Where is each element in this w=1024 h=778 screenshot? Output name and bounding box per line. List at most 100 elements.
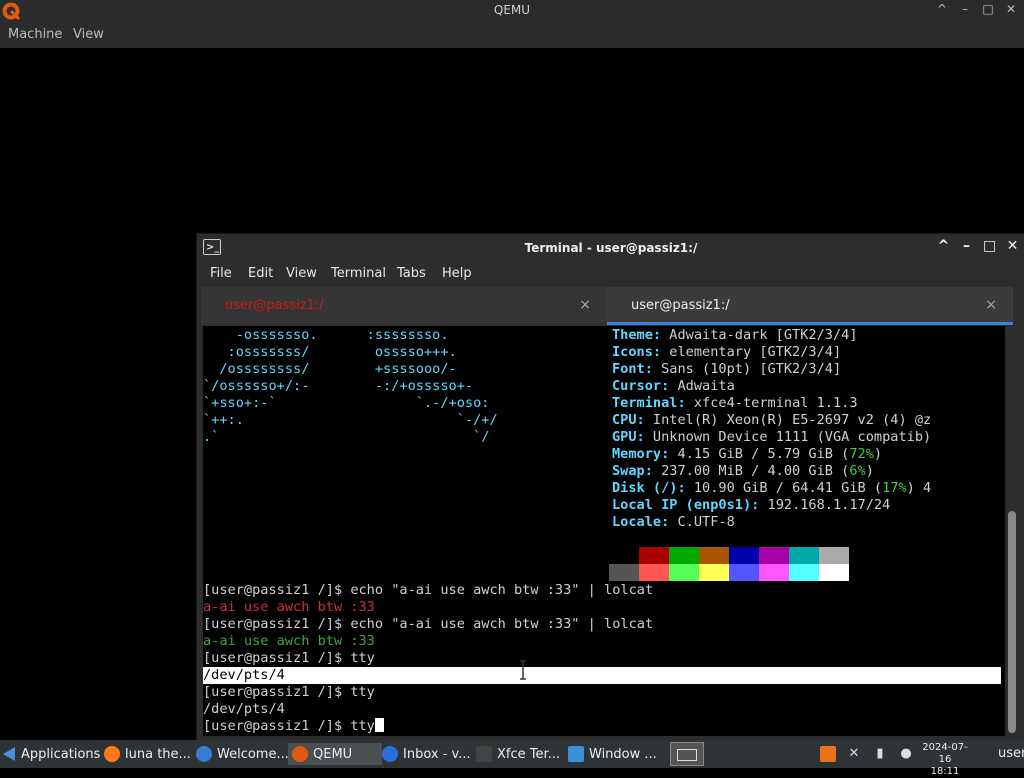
command-line: [user@passiz1 /]$ tty [203,650,375,666]
scrollbar[interactable] [1005,326,1019,736]
taskbar-item-welcome[interactable]: Welcome... [196,743,289,765]
palette-swatch [789,547,819,564]
neofetch-row: Local IP (enp0s1): 192.168.1.17/24 [612,497,891,513]
update-notifier-icon[interactable] [820,746,836,762]
qemu-icon [292,746,308,762]
neofetch-row: Icons: elementary [GTK2/3/4] [612,344,842,360]
palette-swatch [819,564,849,581]
minimize-icon[interactable]: – [960,238,973,254]
palette-swatch [609,547,639,564]
ibeam-cursor-icon [520,660,526,680]
maximize-icon[interactable]: □ [981,2,995,16]
tab-label: user@passiz1:/ [225,298,324,313]
ascii-art-line: `++:. `-/+/ [203,412,498,428]
tab-1[interactable]: user@passiz1:/ × [201,287,607,325]
qemu-menubar: Machine View [0,22,1024,48]
neofetch-row: Terminal: xfce4-terminal 1.1.3 [612,395,858,411]
clock-date: 2024-07-16 [922,742,968,765]
ascii-art-line: `/ossssso+/:- -:/+osssso+- [203,378,474,394]
command-line: [user@passiz1 /]$ echo "a-ai use awch bt… [203,582,654,598]
palette-swatch [789,564,819,581]
close-icon[interactable]: ✕ [1006,238,1019,254]
ascii-art-line: -osssssso. :ssssssso. [203,327,449,343]
taskbar-item-qemu[interactable]: QEMU [288,743,382,765]
ascii-art-line: /ossssssss/ +ssssooo/- [203,361,457,377]
terminal-window: >_ Terminal - user@passiz1:/ ^ – □ ✕ Fil… [196,233,1024,742]
window-icon [568,746,584,762]
tab-2[interactable]: user@passiz1:/ × [607,287,1013,325]
notification-bell-icon[interactable]: ● [898,746,914,762]
menu-edit[interactable]: Edit [248,266,273,281]
show-desktop-button[interactable] [670,742,704,766]
tab-label: user@passiz1:/ [631,298,730,313]
minimize-icon[interactable]: – [958,2,972,16]
selected-output-line: /dev/pts/4 [203,667,1001,684]
neofetch-row: Cursor: Adwaita [612,378,735,394]
lolcat-output: a-ai use awch btw :33 [203,633,375,649]
neofetch-row: Swap: 237.00 MiB / 4.00 GiB (6%) [612,463,874,479]
globe-icon [196,746,212,762]
maximize-icon[interactable]: □ [983,238,996,254]
menu-view[interactable]: View [286,266,317,281]
menu-machine[interactable]: Machine [8,27,62,42]
thunderbird-icon [382,746,398,762]
qemu-window-title: QEMU [493,3,531,17]
neofetch-row: Locale: C.UTF-8 [612,514,735,530]
close-tab-icon[interactable]: × [579,297,591,313]
output-line: /dev/pts/4 [203,701,285,717]
clock[interactable]: 2024-07-16 18:11 [918,742,972,778]
menu-view[interactable]: View [73,27,104,42]
terminal-title: Terminal - user@passiz1:/ [524,241,698,255]
palette-swatch [639,564,669,581]
close-tab-icon[interactable]: × [985,297,997,313]
collapse-icon[interactable]: ^ [935,2,949,16]
palette-swatch [819,547,849,564]
text-cursor [374,718,384,732]
menu-help[interactable]: Help [442,266,472,281]
battery-icon[interactable]: ▮ [872,746,888,762]
command-line: [user@passiz1 /]$ tty [203,684,375,700]
palette-swatch [669,564,699,581]
terminal-titlebar: >_ Terminal - user@passiz1:/ ^ – □ ✕ [197,234,1024,262]
collapse-icon[interactable]: ^ [937,238,950,254]
taskbar: Applications⋮ luna the... Welcome... QEM… [0,740,1024,777]
xfce-logo-icon [3,747,15,761]
network-disconnected-icon[interactable]: ✕ [846,746,862,762]
taskbar-item-inbox[interactable]: Inbox - v... [382,743,472,765]
palette-swatch [609,564,639,581]
neofetch-row: Font: Sans (10pt) [GTK2/3/4] [612,361,842,377]
palette-swatch [759,564,789,581]
applications-menu[interactable]: Applications⋮ [2,743,118,765]
lolcat-output: a-ai use awch btw :33 [203,599,375,615]
ascii-art-line: :osssssss/ osssso+++. [203,344,457,360]
qemu-titlebar: QEMU ^ – □ ✕ [0,0,1024,22]
menu-terminal[interactable]: Terminal [331,266,386,281]
ascii-art-line: .` `/ [203,429,490,445]
firefox-icon [104,746,120,762]
prompt-line[interactable]: [user@passiz1 /]$ tty [203,718,384,735]
color-palette [609,547,851,583]
close-icon[interactable]: ✕ [1004,2,1018,16]
palette-swatch [699,564,729,581]
taskbar-item-terminal[interactable]: Xfce Ter... [476,743,566,765]
ascii-art-line: `+sso+:-` `.-/+oso: [203,395,490,411]
terminal-output[interactable]: -osssssso. :ssssssso. :osssssss/ osssso+… [203,326,1005,736]
palette-swatch [669,547,699,564]
neofetch-row: Theme: Adwaita-dark [GTK2/3/4] [612,327,858,343]
scrollbar-thumb[interactable] [1008,511,1016,733]
neofetch-row: Memory: 4.15 GiB / 5.79 GiB (72%) [612,446,883,462]
neofetch-row: CPU: Intel(R) Xeon(R) E5-2697 v2 (4) @z [612,412,932,428]
menu-tabs[interactable]: Tabs [397,266,426,281]
user-menu[interactable]: user [998,746,1024,761]
terminal-icon [476,746,492,762]
taskbar-item-firefox[interactable]: luna the... [104,743,191,765]
palette-swatch [699,547,729,564]
taskbar-item-window[interactable]: Window ... [568,743,660,765]
palette-swatch [729,564,759,581]
palette-swatch [759,547,789,564]
terminal-menubar: File Edit View Terminal Tabs Help [197,262,1024,286]
neofetch-row: GPU: Unknown Device 1111 (VGA compatib) [612,429,932,445]
menu-file[interactable]: File [210,266,232,281]
palette-swatch [729,547,759,564]
neofetch-row: Disk (/): 10.90 GiB / 64.41 GiB (17%) 4 [612,480,932,496]
